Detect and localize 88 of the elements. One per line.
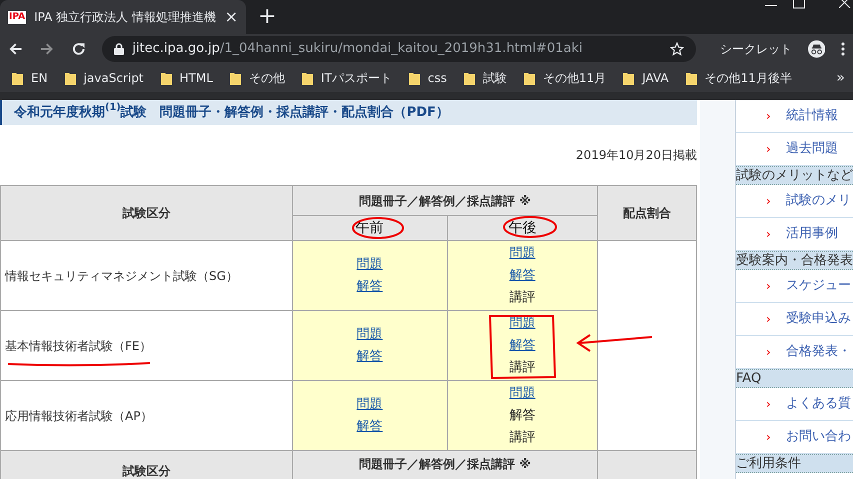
url-text: jitec.ipa.go.jp/1_04hanni_sukiru/mondai_kaitou_2019h31.html#01aki <box>132 40 584 58</box>
forward-icon[interactable] <box>39 41 55 57</box>
site-favicon: IPA <box>8 10 26 24</box>
address-bar[interactable]: jitec.ipa.go.jp/1_04hanni_sukiru/mondai_kaitou_2019h31.html#01aki <box>102 36 696 62</box>
chevron-icon: › <box>766 428 771 446</box>
handwritten-box <box>489 314 557 380</box>
bookmark[interactable]: css <box>408 69 447 87</box>
pdf-link[interactable]: 解答 <box>356 418 383 434</box>
sidebar-link[interactable]: 合格発表・ <box>786 342 851 362</box>
column-header: 試験区分 <box>0 450 292 479</box>
chevron-icon: › <box>766 107 771 125</box>
chevron-icon: › <box>766 140 771 158</box>
sidebar-link[interactable]: 活用事例 <box>786 224 838 244</box>
sidebar-link[interactable]: お問い合わ <box>786 427 851 447</box>
column-header: 問題冊子／解答例／採点講評 ※ <box>292 186 598 216</box>
bookmark[interactable]: 試験 <box>464 69 507 87</box>
pdf-link[interactable]: 解答 <box>509 338 536 352</box>
exam-name: 情報セキュリティマネジメント試験（SG） <box>0 240 292 310</box>
close-tab-button[interactable]: × <box>224 9 238 25</box>
lock-icon <box>114 43 124 55</box>
sidebar-section-header: 受験案内・合格発表 <box>736 251 853 270</box>
new-tab-button[interactable]: + <box>258 6 276 28</box>
pdf-link[interactable]: 問題 <box>356 256 383 272</box>
column-header: 配点割合 <box>598 186 696 240</box>
tab-title: IPA 独立行政法人 情報処理推進機 <box>34 9 217 26</box>
pdf-link[interactable]: 問題 <box>356 396 383 412</box>
column-header: 問題冊子／解答例／採点講評 ※ <box>292 450 598 479</box>
sidebar-link[interactable]: よくある質 <box>786 394 851 414</box>
star-icon[interactable] <box>670 42 684 56</box>
folder-icon <box>230 72 241 84</box>
column-header: 試験区分 <box>0 186 292 240</box>
folder-icon <box>408 72 420 84</box>
bookmark[interactable]: EN <box>12 69 48 87</box>
posted-date: 2019年10月20日掲載 <box>576 147 697 164</box>
reload-icon[interactable] <box>70 41 86 57</box>
sidebar-section-header: FAQ <box>736 369 853 388</box>
sidebar-link[interactable]: 過去問題 <box>786 139 838 159</box>
pdf-link[interactable]: 解答 <box>356 348 383 364</box>
bookmark[interactable]: その他 <box>230 69 285 87</box>
bookmark[interactable]: HTML <box>160 69 213 87</box>
folder-icon <box>160 72 172 84</box>
review-text: 講評 <box>509 430 536 444</box>
bookmark[interactable]: その他11月 <box>524 69 606 87</box>
pdf-link[interactable]: 解答 <box>356 278 383 294</box>
folder-icon <box>64 72 76 84</box>
sidebar-link[interactable]: 統計情報 <box>786 106 838 126</box>
folder-icon <box>12 72 23 84</box>
chevron-icon: › <box>766 277 771 295</box>
pdf-link[interactable]: 問題 <box>509 246 536 260</box>
sidebar-link[interactable]: 試験のメリ <box>786 191 851 211</box>
pdf-link[interactable]: 解答 <box>509 268 536 282</box>
exam-name: 基本情報技術者試験（FE） <box>0 310 292 380</box>
folder-icon <box>464 72 475 84</box>
back-icon[interactable] <box>8 41 24 57</box>
bookmark[interactable]: javaScript <box>64 69 144 87</box>
pdf-link[interactable]: 問題 <box>509 316 536 330</box>
folder-icon <box>524 72 535 84</box>
section-heading: 令和元年度秋期$^{(1)}$試験 問題冊子・解答例・採点講評・配点割合（PDF） <box>0 100 697 125</box>
menu-icon[interactable] <box>841 42 845 56</box>
handwritten-circle <box>502 215 558 239</box>
more-bookmarks-button[interactable]: » <box>836 68 845 88</box>
bookmark[interactable]: ITパスポート <box>302 69 392 87</box>
folder-icon <box>302 72 313 84</box>
review-text: 解答 <box>509 408 536 422</box>
minimize-icon[interactable] <box>765 5 777 7</box>
bookmark[interactable]: その他11月後半 <box>686 69 792 87</box>
close-icon[interactable] <box>839 0 851 8</box>
incognito-label[interactable]: シークレット <box>720 40 792 58</box>
folder-icon <box>686 72 697 84</box>
handwritten-circle <box>351 216 405 240</box>
sidebar-link[interactable]: 受験申込み <box>786 309 851 329</box>
review-text: 講評 <box>509 360 536 374</box>
chevron-icon: › <box>766 343 771 361</box>
maximize-icon[interactable] <box>793 0 805 9</box>
sidebar-section-header: 試験のメリットなど <box>736 166 853 185</box>
sidebar-section-header: ご利用条件 <box>736 454 853 473</box>
incognito-icon[interactable] <box>808 40 826 58</box>
chevron-icon: › <box>766 395 771 413</box>
chevron-icon: › <box>766 225 771 243</box>
folder-icon <box>623 72 634 84</box>
chevron-icon: › <box>766 192 771 210</box>
pdf-link[interactable]: 問題 <box>509 386 536 400</box>
pdf-link[interactable]: 問題 <box>356 326 383 342</box>
chevron-icon: › <box>766 310 771 328</box>
browser-tab[interactable]: IPA IPA 独立行政法人 情報処理推進機 × <box>0 0 246 34</box>
bookmark[interactable]: JAVA <box>623 69 669 87</box>
sidebar-link[interactable]: スケジュー <box>786 276 851 296</box>
review-text: 講評 <box>509 290 536 304</box>
